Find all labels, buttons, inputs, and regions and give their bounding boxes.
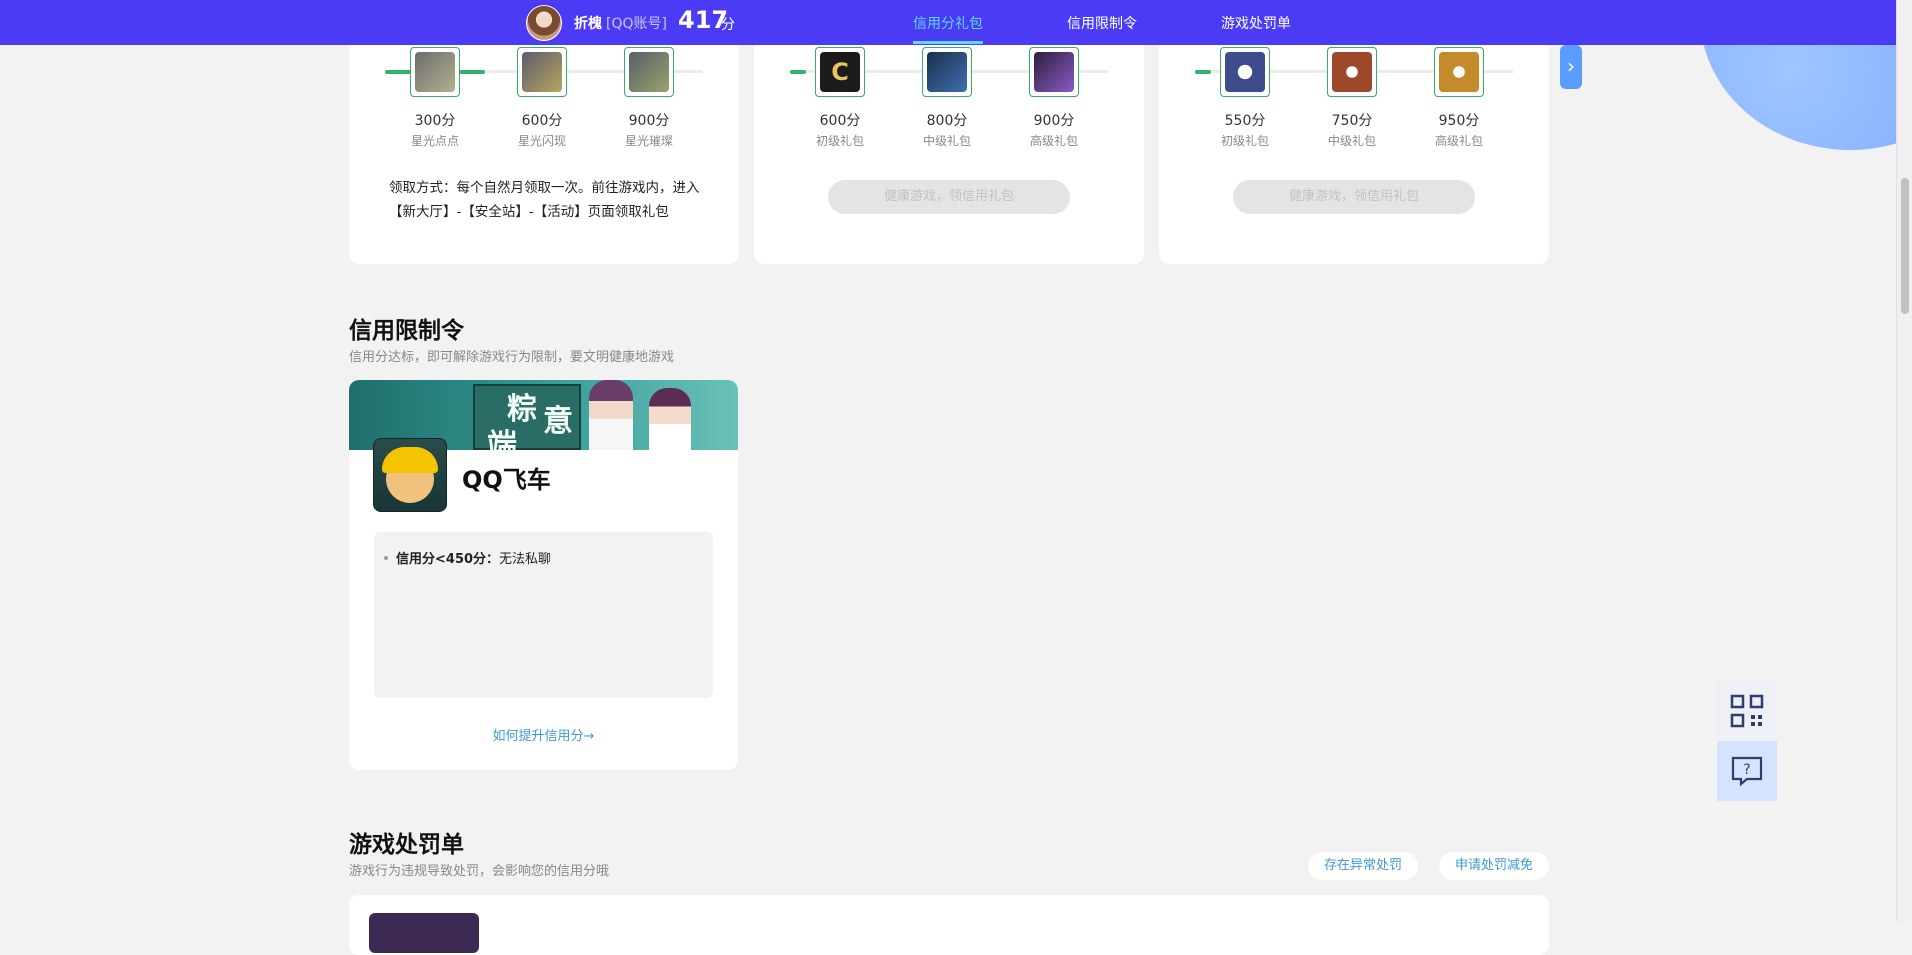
reward-points: 900分 (1033, 113, 1075, 129)
penalty-subtitle: 游戏行为违规导致处罚，会影响您的信用分哦 (349, 864, 610, 879)
user-name: 折槐 (574, 16, 602, 32)
penalty-reduction-button[interactable]: 申请处罚减免 (1439, 852, 1549, 880)
scrollbar-thumb[interactable] (1901, 178, 1909, 314)
banner-char: 端 (487, 428, 517, 463)
reward-points: 900分 (628, 113, 670, 129)
gold-rank-icon[interactable] (1434, 47, 1484, 97)
blue-rank-icon[interactable] (1220, 47, 1270, 97)
abnormal-penalty-button[interactable]: 存在异常处罚 (1308, 852, 1418, 880)
svg-text:?: ? (1743, 762, 1750, 778)
reward-name: 星光璀璨 (624, 134, 673, 148)
reward-points: 300分 (414, 113, 456, 129)
bronze-rank-icon[interactable] (1327, 47, 1377, 97)
gift-card-3: 550分 750分 950分 初级礼包 中级礼包 高级礼包 健康游戏，领信用礼包 (1159, 30, 1549, 264)
game-icon (373, 438, 447, 512)
progress-fill (790, 70, 806, 74)
banner-character (649, 388, 691, 450)
starlight-dot-icon[interactable] (410, 47, 460, 97)
help-chat-icon: ? (1731, 756, 1763, 787)
game-name: QQ飞车 (462, 466, 551, 494)
active-tab-underline (913, 41, 983, 44)
claim-instructions: 领取方式：每个自然月领取一次。前往游戏内，进入【新大厅】-【安全站】-【活动】页… (389, 180, 700, 220)
starlight-flash-icon[interactable] (517, 47, 567, 97)
reward-name: 初级礼包 (815, 134, 864, 148)
restriction-rules: 信用分<450分：无法私聊 (374, 532, 713, 698)
claim-gift-button[interactable]: 健康游戏，领信用礼包 (1233, 180, 1475, 214)
banner-calligraphy: 粽 意 端 (473, 384, 581, 463)
qr-code-icon (1730, 694, 1764, 728)
bullet-icon (384, 556, 388, 560)
tab-credit-restriction[interactable]: 信用限制令 (1067, 13, 1137, 33)
restriction-title: 信用限制令 (349, 318, 464, 344)
gun-icon[interactable] (922, 47, 972, 97)
penalty-card (349, 895, 1549, 955)
chevron-right-icon: › (1567, 54, 1575, 78)
penalty-game-thumbnail (369, 913, 479, 953)
next-arrow-button[interactable]: › (1560, 45, 1582, 89)
improve-credit-link[interactable]: 如何提升信用分→ (349, 725, 738, 744)
reward-name: 高级礼包 (1434, 134, 1483, 148)
help-button[interactable]: ? (1717, 741, 1777, 801)
c-badge-icon[interactable]: C (815, 47, 865, 97)
gift-card-2: C 600分 800分 900分 初级礼包 中级礼包 高级礼包 健康游戏，领信用… (754, 30, 1144, 264)
reward-points: 600分 (521, 113, 563, 129)
reward-name: 中级礼包 (922, 134, 971, 148)
starlight-brilliant-icon[interactable] (624, 47, 674, 97)
game-icon-cap (382, 447, 438, 473)
vertical-scrollbar[interactable] (1896, 0, 1912, 922)
restriction-subtitle: 信用分达标，即可解除游戏行为限制，要文明健康地游戏 (349, 350, 675, 365)
penalty-title: 游戏处罚单 (349, 832, 464, 858)
reward-name: 高级礼包 (1029, 134, 1078, 148)
restriction-rule: 信用分<450分：无法私聊 (396, 548, 551, 567)
tab-game-penalty[interactable]: 游戏处罚单 (1221, 13, 1291, 33)
reward-points: 750分 (1331, 113, 1373, 129)
tab-credit-gift[interactable]: 信用分礼包 (913, 13, 983, 33)
credit-score-unit: 分 (721, 17, 735, 33)
account-type: [QQ账号] (606, 16, 667, 32)
gift-card-1: 300分 600分 900分 星光点点 星光闪现 星光璀璨 领取方式：每个自然月… (349, 30, 739, 264)
top-nav-bar: 折槐 [QQ账号] 417 分 信用分礼包 信用限制令 游戏处罚单 (0, 0, 1896, 45)
rule-value: 无法私聊 (499, 552, 552, 567)
reward-points: 600分 (819, 113, 861, 129)
reward-name: 中级礼包 (1327, 134, 1376, 148)
progress-fill (1195, 70, 1211, 74)
rule-label: 信用分<450分： (396, 552, 500, 567)
reward-name: 初级礼包 (1220, 134, 1269, 148)
reward-points: 550分 (1224, 113, 1266, 129)
reward-points: 800分 (926, 113, 968, 129)
vehicle-icon[interactable] (1029, 47, 1079, 97)
reward-name: 星光点点 (410, 134, 459, 148)
reward-points: 950分 (1438, 113, 1480, 129)
restriction-card: 粽 意 端 QQ飞车 信用分<450分：无法私聊 如何提升信用分→ (349, 380, 738, 770)
reward-name: 星光闪现 (517, 134, 566, 148)
floating-tools: ? (1717, 681, 1777, 802)
improve-credit-link-text: 如何提升信用分 (492, 729, 584, 744)
qr-code-button[interactable] (1717, 681, 1777, 741)
banner-character (589, 380, 633, 450)
arrow-right-icon: → (583, 729, 595, 744)
avatar[interactable] (526, 5, 562, 41)
banner-char: 意 (543, 404, 573, 439)
claim-gift-button[interactable]: 健康游戏，领信用礼包 (828, 180, 1070, 214)
